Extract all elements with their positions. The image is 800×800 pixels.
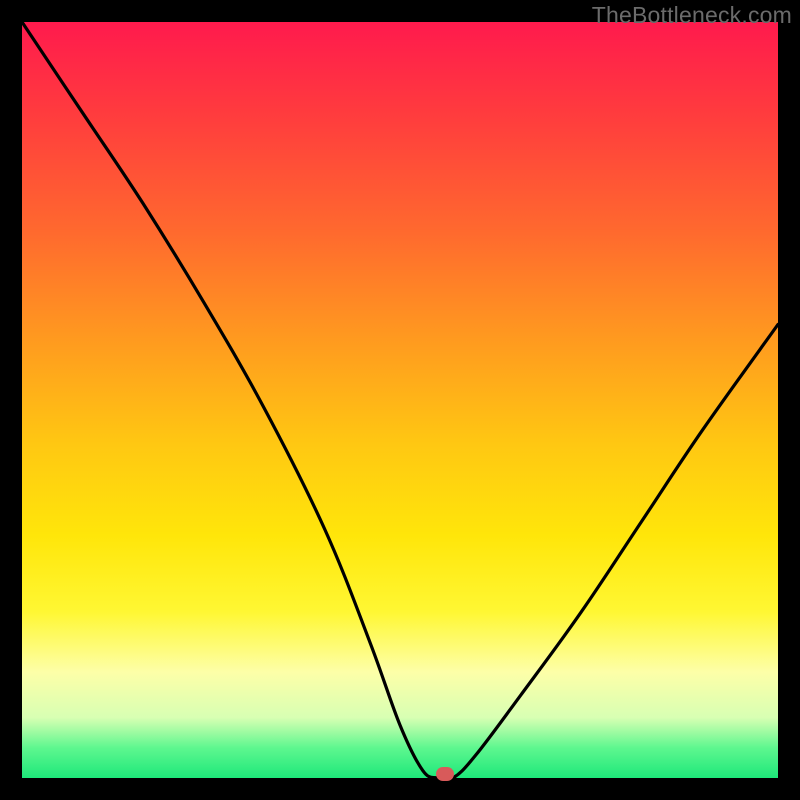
chart-frame: TheBottleneck.com: [0, 0, 800, 800]
bottleneck-curve: [22, 22, 778, 778]
chart-plot-area: [22, 22, 778, 778]
watermark-text: TheBottleneck.com: [592, 2, 792, 29]
optimum-marker: [436, 767, 454, 781]
